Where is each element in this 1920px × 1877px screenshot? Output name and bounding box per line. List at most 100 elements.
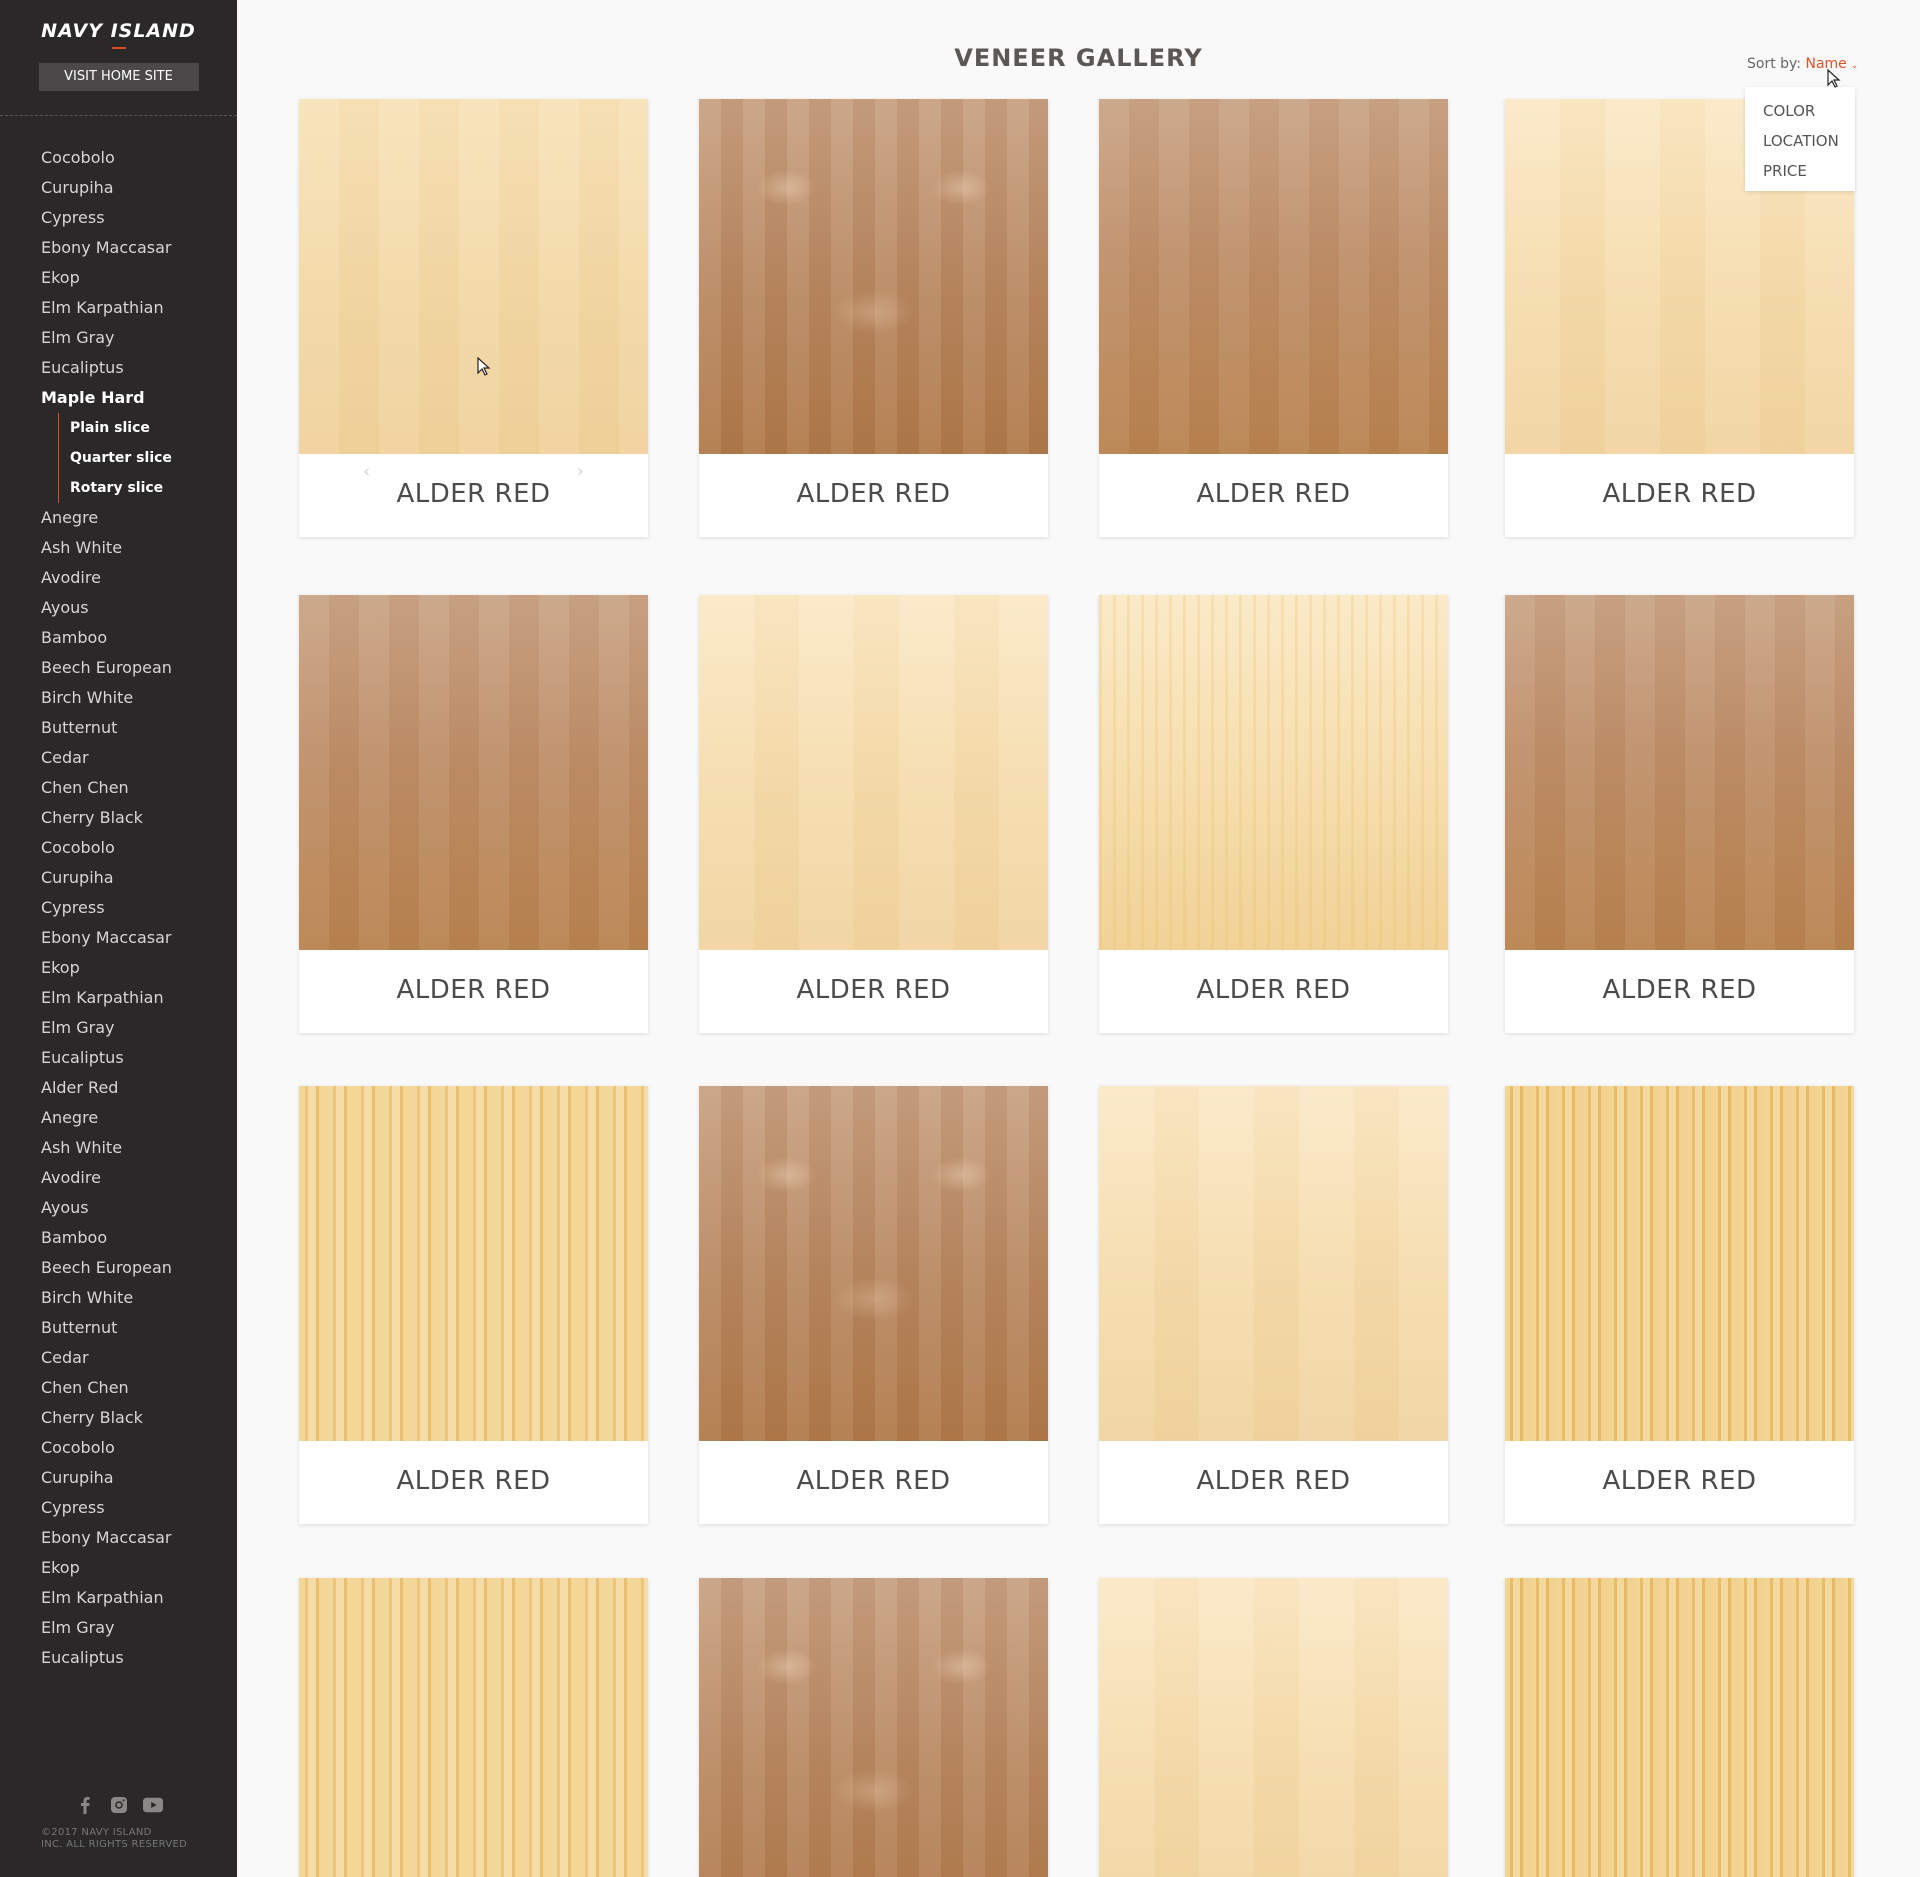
sidebar-subitem-quarter-slice[interactable]: Quarter slice	[70, 443, 237, 473]
sidebar-item-bamboo[interactable]: Bamboo	[0, 623, 237, 653]
sidebar-item-cocobolo[interactable]: Cocobolo	[0, 833, 237, 863]
sidebar-item-eucaliptus[interactable]: Eucaliptus	[0, 353, 237, 383]
sort-control[interactable]: Sort by: Name ⌄	[1747, 56, 1858, 72]
sidebar-item-butternut[interactable]: Butternut	[0, 713, 237, 743]
sidebar-item-maple-hard[interactable]: Maple Hard	[0, 383, 237, 413]
visit-home-site-button[interactable]: VISIT HOME SITE	[38, 63, 199, 91]
veneer-image[interactable]	[299, 595, 648, 950]
sort-option-color[interactable]: COLOR	[1745, 96, 1855, 126]
veneer-card[interactable]	[699, 1578, 1048, 1877]
sidebar-item-ekop[interactable]: Ekop	[0, 953, 237, 983]
youtube-icon[interactable]	[142, 1795, 163, 1815]
sidebar-item-beech-european[interactable]: Beech European	[0, 653, 237, 683]
veneer-image[interactable]	[699, 1086, 1048, 1441]
sidebar-item-cypress[interactable]: Cypress	[0, 203, 237, 233]
sort-option-price[interactable]: PRICE	[1745, 156, 1855, 186]
sidebar-item-eucaliptus[interactable]: Eucaliptus	[0, 1643, 237, 1673]
veneer-image[interactable]	[1505, 595, 1854, 950]
sidebar-item-ekop[interactable]: Ekop	[0, 263, 237, 293]
sidebar-item-ekop[interactable]: Ekop	[0, 1553, 237, 1583]
chevron-left-icon[interactable]: ‹	[363, 461, 370, 482]
sidebar-item-cypress[interactable]: Cypress	[0, 1493, 237, 1523]
sidebar-item-cocobolo[interactable]: Cocobolo	[0, 143, 237, 173]
veneer-image[interactable]	[299, 1086, 648, 1441]
sidebar-item-chen-chen[interactable]: Chen Chen	[0, 773, 237, 803]
sidebar-item-ebony-maccasar[interactable]: Ebony Maccasar	[0, 233, 237, 263]
veneer-card[interactable]: ALDER RED	[1099, 595, 1448, 1033]
veneer-card[interactable]	[299, 1578, 648, 1877]
sidebar-item-avodire[interactable]: Avodire	[0, 1163, 237, 1193]
veneer-image[interactable]	[699, 99, 1048, 454]
sidebar-item-cherry-black[interactable]: Cherry Black	[0, 803, 237, 833]
veneer-card[interactable]: ‹ › ALDER RED	[299, 99, 648, 537]
sidebar-item-elm-gray[interactable]: Elm Gray	[0, 323, 237, 353]
species-nav: Cocobolo Curupiha Cypress Ebony Maccasar Eko…	[0, 116, 237, 1673]
sidebar-item-ash-white[interactable]: Ash White	[0, 1133, 237, 1163]
veneer-image[interactable]	[1505, 1578, 1854, 1877]
veneer-image[interactable]	[299, 1578, 648, 1877]
sidebar-item-birch-white[interactable]: Birch White	[0, 683, 237, 713]
sidebar-item-alder-red[interactable]: Alder Red	[0, 1073, 237, 1103]
veneer-card[interactable]: ALDER RED	[699, 595, 1048, 1033]
sidebar-item-cedar[interactable]: Cedar	[0, 743, 237, 773]
veneer-image[interactable]	[1099, 1086, 1448, 1441]
sidebar-item-elm-gray[interactable]: Elm Gray	[0, 1013, 237, 1043]
sidebar-subitem-rotary-slice[interactable]: Rotary slice	[70, 473, 237, 503]
veneer-card-label: ALDER RED	[396, 975, 551, 1005]
sidebar-item-elm-karpathian[interactable]: Elm Karpathian	[0, 983, 237, 1013]
sidebar-item-curupiha[interactable]: Curupiha	[0, 173, 237, 203]
sidebar: NAVY ISLAND VISIT HOME SITE Cocobolo Curu…	[0, 0, 237, 1877]
facebook-icon[interactable]	[75, 1795, 95, 1815]
mouse-cursor-icon	[477, 357, 491, 376]
veneer-image[interactable]	[1099, 99, 1448, 454]
veneer-card[interactable]: ALDER RED	[299, 595, 648, 1033]
sidebar-item-bamboo[interactable]: Bamboo	[0, 1223, 237, 1253]
sidebar-item-elm-karpathian[interactable]: Elm Karpathian	[0, 1583, 237, 1613]
sidebar-item-cypress[interactable]: Cypress	[0, 893, 237, 923]
veneer-image[interactable]	[699, 1578, 1048, 1877]
veneer-card[interactable]: ALDER RED	[699, 1086, 1048, 1524]
veneer-image[interactable]	[699, 595, 1048, 950]
veneer-image[interactable]	[1099, 595, 1448, 950]
sidebar-item-cedar[interactable]: Cedar	[0, 1343, 237, 1373]
sidebar-item-ayous[interactable]: Ayous	[0, 1193, 237, 1223]
veneer-image[interactable]	[1505, 1086, 1854, 1441]
sidebar-item-elm-gray[interactable]: Elm Gray	[0, 1613, 237, 1643]
sidebar-item-birch-white[interactable]: Birch White	[0, 1283, 237, 1313]
veneer-image[interactable]: ‹ ›	[299, 99, 648, 482]
veneer-card[interactable]: ALDER RED	[699, 99, 1048, 537]
sidebar-item-anegre[interactable]: Anegre	[0, 503, 237, 533]
sidebar-item-cocobolo[interactable]: Cocobolo	[0, 1433, 237, 1463]
veneer-card[interactable]: ALDER RED	[299, 1086, 648, 1524]
veneer-card[interactable]: ALDER RED	[1505, 1086, 1854, 1524]
veneer-card-label: ALDER RED	[796, 1466, 951, 1496]
sidebar-item-anegre[interactable]: Anegre	[0, 1103, 237, 1133]
sidebar-item-curupiha[interactable]: Curupiha	[0, 863, 237, 893]
brand: NAVY ISLAND VISIT HOME SITE	[0, 0, 237, 116]
veneer-card-label: ALDER RED	[1602, 479, 1757, 509]
sidebar-item-avodire[interactable]: Avodire	[0, 563, 237, 593]
veneer-card[interactable]: ALDER RED	[1099, 1086, 1448, 1524]
veneer-card[interactable]	[1505, 1578, 1854, 1877]
veneer-image[interactable]	[1099, 1578, 1448, 1877]
sidebar-item-curupiha[interactable]: Curupiha	[0, 1463, 237, 1493]
sidebar-item-elm-karpathian[interactable]: Elm Karpathian	[0, 293, 237, 323]
sidebar-item-ebony-maccasar[interactable]: Ebony Maccasar	[0, 1523, 237, 1553]
veneer-card[interactable]: ALDER RED	[1099, 99, 1448, 537]
sidebar-item-ash-white[interactable]: Ash White	[0, 533, 237, 563]
sidebar-item-ayous[interactable]: Ayous	[0, 593, 237, 623]
instagram-icon[interactable]	[109, 1795, 129, 1815]
sidebar-item-eucaliptus[interactable]: Eucaliptus	[0, 1043, 237, 1073]
chevron-right-icon[interactable]: ›	[577, 461, 584, 482]
sidebar-item-beech-european[interactable]: Beech European	[0, 1253, 237, 1283]
sort-option-location[interactable]: LOCATION	[1745, 126, 1855, 156]
sidebar-subitem-plain-slice[interactable]: Plain slice	[70, 413, 237, 443]
sidebar-item-chen-chen[interactable]: Chen Chen	[0, 1373, 237, 1403]
logo[interactable]: NAVY ISLAND	[0, 20, 237, 42]
veneer-card[interactable]: ALDER RED	[1505, 595, 1854, 1033]
sidebar-item-butternut[interactable]: Butternut	[0, 1313, 237, 1343]
sidebar-item-cherry-black[interactable]: Cherry Black	[0, 1403, 237, 1433]
sidebar-item-ebony-maccasar[interactable]: Ebony Maccasar	[0, 923, 237, 953]
veneer-card[interactable]	[1099, 1578, 1448, 1877]
chevron-down-icon[interactable]: ⌄	[1851, 61, 1859, 71]
